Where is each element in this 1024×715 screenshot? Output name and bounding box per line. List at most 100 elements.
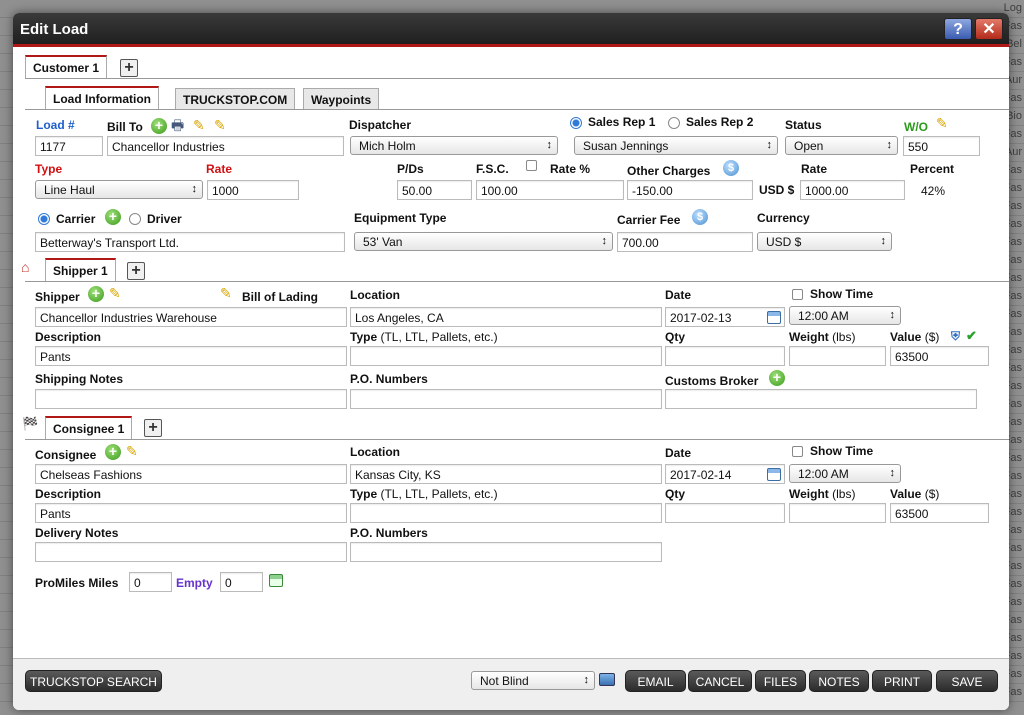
consignee-show-time-checkbox[interactable] <box>792 446 803 457</box>
shipper-location-label: Location <box>350 288 400 302</box>
shipper-description-field[interactable]: Pants <box>35 346 347 366</box>
consignee-description-field[interactable]: Pants <box>35 503 347 523</box>
carrier-fee-field[interactable]: 700.00 <box>617 232 753 252</box>
dollar-icon[interactable]: $ <box>692 209 708 225</box>
email-button[interactable]: EMAIL <box>625 670 686 692</box>
add-carrier-icon[interactable]: + <box>105 209 121 225</box>
shipper-time-select[interactable]: 12:00 AM <box>789 306 901 325</box>
rate-currency-label: USD $ <box>759 183 795 197</box>
cancel-button[interactable]: CANCEL <box>688 670 752 692</box>
close-icon[interactable]: ✕ <box>975 18 1003 40</box>
shipper-brush-icon[interactable]: ✎ <box>109 284 127 302</box>
bill-to-field[interactable]: Chancellor Industries <box>107 136 344 156</box>
carrier-field[interactable]: Betterway's Transport Ltd. <box>35 232 345 252</box>
other-charges-field[interactable]: -150.00 <box>627 180 753 200</box>
wo-brush-icon[interactable]: ✎ <box>936 114 954 132</box>
shipper-type-field[interactable] <box>350 346 662 366</box>
carrier-radio[interactable] <box>38 213 50 225</box>
shipper-label: Shipper <box>35 290 80 304</box>
save-button[interactable]: SAVE <box>936 670 998 692</box>
bill-of-lading-icon[interactable]: ✎ <box>220 284 238 302</box>
shipper-po-field[interactable] <box>350 389 662 409</box>
title-bar[interactable]: Edit Load ? ✕ <box>13 13 1009 47</box>
bill-of-lading-label[interactable]: Bill of Lading <box>242 290 318 304</box>
print-button[interactable]: PRINT <box>872 670 932 692</box>
equipment-select[interactable]: 53' Van <box>354 232 613 251</box>
sales-rep-1-radio[interactable] <box>570 117 582 129</box>
calendar-icon[interactable] <box>767 311 781 324</box>
tab-load-information[interactable]: Load Information <box>45 86 159 110</box>
add-customer-button[interactable]: + <box>120 59 138 77</box>
add-consignee-icon[interactable]: + <box>105 444 121 460</box>
tab-waypoints[interactable]: Waypoints <box>303 88 380 110</box>
consignee-qty-field[interactable] <box>665 503 785 523</box>
truckstop-search-button[interactable]: TRUCKSTOP SEARCH <box>25 670 162 692</box>
consignee-po-field[interactable] <box>350 542 662 562</box>
files-button[interactable]: FILES <box>755 670 806 692</box>
checkmark-icon: ✔ <box>966 328 977 343</box>
shipper-weight-field[interactable] <box>789 346 886 366</box>
edit-brush-icon[interactable]: ✎ <box>193 116 211 134</box>
percent-label: Percent <box>910 162 955 176</box>
shipper-qty-field[interactable] <box>665 346 785 366</box>
promiles-field[interactable]: 0 <box>129 572 172 592</box>
wo-field[interactable]: 550 <box>903 136 980 156</box>
tab-consignee-1[interactable]: Consignee 1 <box>45 416 133 440</box>
add-consignee-button[interactable]: + <box>144 419 162 437</box>
consignee-weight-field[interactable] <box>789 503 886 523</box>
tv-icon[interactable] <box>599 673 615 686</box>
rate-label: Rate <box>206 162 233 176</box>
rate-percent-checkbox[interactable] <box>526 160 537 171</box>
empty-miles-field[interactable]: 0 <box>220 572 263 592</box>
add-shipper-icon[interactable]: + <box>88 286 104 302</box>
shipper-location-field[interactable]: Los Angeles, CA <box>350 307 662 327</box>
consignee-weight-label: Weight (lbs) <box>789 487 856 501</box>
shipper-qty-label: Qty <box>665 330 686 344</box>
shipper-show-time-checkbox[interactable] <box>792 289 803 300</box>
shipper-name-field[interactable]: Chancellor Industries Warehouse <box>35 307 347 327</box>
consignee-time-select[interactable]: 12:00 AM <box>789 464 901 483</box>
fsc-field[interactable]: 100.00 <box>476 180 624 200</box>
shield-icon[interactable]: ⛨ <box>951 329 960 344</box>
status-select[interactable]: Open <box>785 136 898 155</box>
notes-button[interactable]: NOTES <box>809 670 869 692</box>
dollar-icon[interactable]: $ <box>723 160 739 176</box>
printer-icon[interactable]: 🖶 <box>171 117 189 133</box>
sales-rep-1-label: Sales Rep 1 <box>588 115 656 129</box>
calculator-icon[interactable] <box>269 574 283 587</box>
sales-rep-select[interactable]: Susan Jennings <box>574 136 778 155</box>
driver-radio[interactable] <box>129 213 141 225</box>
edit-load-dialog: Edit Load ? ✕ Customer 1 + Load Informat… <box>13 13 1009 710</box>
consignee-name-field[interactable]: Chelseas Fashions <box>35 464 347 484</box>
add-bill-to-icon[interactable]: + <box>151 118 167 134</box>
clear-brush-icon[interactable]: ✎ <box>214 116 232 134</box>
divider <box>25 439 1009 440</box>
calendar-icon[interactable] <box>767 468 781 481</box>
divider <box>25 109 1009 110</box>
delivery-notes-field[interactable] <box>35 542 347 562</box>
carrier-fee-label: Carrier Fee <box>617 213 681 227</box>
add-customs-broker-icon[interactable]: + <box>769 370 785 386</box>
help-icon[interactable]: ? <box>944 18 972 40</box>
consignee-brush-icon[interactable]: ✎ <box>126 442 144 460</box>
tab-shipper-1[interactable]: Shipper 1 <box>45 258 116 282</box>
add-shipper-button[interactable]: + <box>127 262 145 280</box>
customs-broker-field[interactable] <box>665 389 977 409</box>
rate-field[interactable]: 1000 <box>207 180 299 200</box>
type-select[interactable]: Line Haul <box>35 180 203 199</box>
shipping-notes-field[interactable] <box>35 389 347 409</box>
divider <box>25 78 1009 79</box>
consignee-value-field[interactable]: 63500 <box>890 503 989 523</box>
consignee-location-field[interactable]: Kansas City, KS <box>350 464 662 484</box>
currency-select[interactable]: USD $ <box>757 232 892 251</box>
blind-select[interactable]: Not Blind <box>471 671 595 690</box>
load-number-label: Load # <box>36 118 75 132</box>
tab-customer-1[interactable]: Customer 1 <box>25 55 108 79</box>
dispatcher-select[interactable]: Mich Holm <box>350 136 558 155</box>
load-number-field[interactable]: 1177 <box>35 136 103 156</box>
tab-truckstop[interactable]: TRUCKSTOP.COM <box>175 88 296 110</box>
sales-rep-2-radio[interactable] <box>668 117 680 129</box>
consignee-type-field[interactable] <box>350 503 662 523</box>
pds-field[interactable]: 50.00 <box>397 180 472 200</box>
shipper-value-field[interactable]: 63500 <box>890 346 989 366</box>
